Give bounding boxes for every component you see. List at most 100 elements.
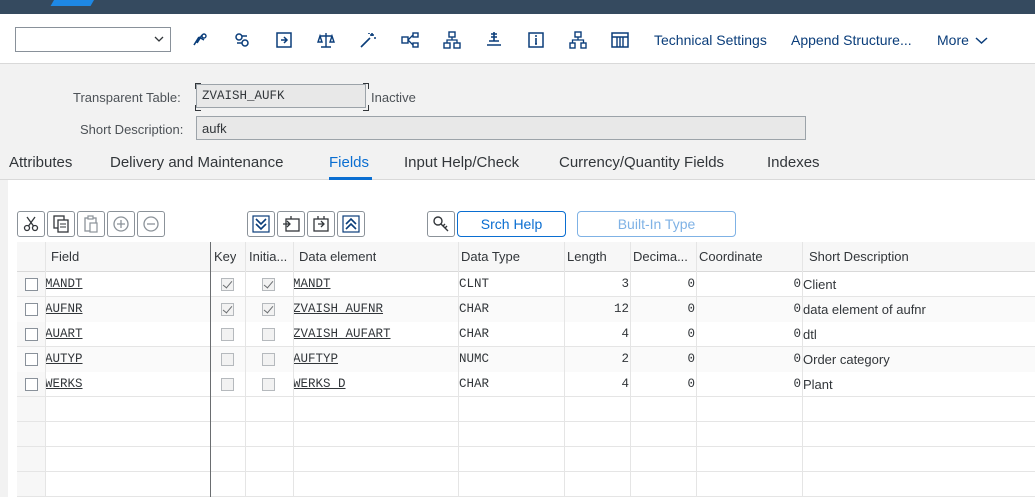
key-checkbox[interactable]	[221, 328, 234, 341]
column-divider	[696, 242, 697, 497]
row-select-checkbox[interactable]	[25, 303, 38, 316]
decimals-cell: 0	[687, 377, 695, 391]
technical-settings-button[interactable]: Technical Settings	[654, 32, 767, 48]
command-field-dropdown[interactable]	[15, 27, 171, 52]
column-header-initial[interactable]: Initia...	[249, 249, 289, 264]
table-row[interactable]: MANDT MANDT CLNT 3 0 0 Client	[17, 272, 1035, 297]
info-icon[interactable]	[526, 30, 546, 50]
key-checkbox[interactable]	[221, 378, 234, 391]
where-used-icon[interactable]	[232, 30, 252, 50]
column-header-coordinate[interactable]: Coordinate	[699, 249, 763, 264]
short-description-cell: data element of aufnr	[803, 302, 926, 317]
column-divider	[564, 242, 565, 497]
row-select-checkbox[interactable]	[25, 328, 38, 341]
initial-values-checkbox[interactable]	[262, 378, 275, 391]
column-divider	[293, 242, 294, 497]
row-separator	[17, 471, 1035, 472]
shell-bar	[0, 0, 1035, 14]
column-header-short-description[interactable]: Short Description	[809, 249, 909, 264]
insert-row-button[interactable]	[107, 211, 135, 237]
insert-after-button[interactable]	[277, 211, 305, 237]
columns-icon[interactable]	[610, 30, 630, 50]
more-button[interactable]: More	[937, 32, 969, 48]
data-element-link[interactable]: ZVAISH_AUFNR	[293, 302, 383, 316]
table-row[interactable]: AUTYP AUFTYP NUMC 2 0 0 Order category	[17, 347, 1035, 372]
append-structure-button[interactable]: Append Structure...	[791, 32, 912, 48]
field-name-link[interactable]: MANDT	[45, 277, 83, 291]
paste-button[interactable]	[77, 211, 105, 237]
short-description-cell: Order category	[803, 352, 890, 367]
tab-currency-quantity-fields[interactable]: Currency/Quantity Fields	[559, 154, 724, 171]
column-header-key[interactable]: Key	[214, 249, 236, 264]
data-element-link[interactable]: MANDT	[293, 277, 331, 291]
paste-icon	[84, 215, 98, 233]
initial-values-checkbox[interactable]	[262, 278, 275, 291]
table-name-field[interactable]: ZVAISH_AUFK	[196, 84, 366, 108]
scales-icon[interactable]	[316, 30, 336, 50]
insert-icon	[283, 216, 300, 232]
tab-input-help-check[interactable]: Input Help/Check	[404, 154, 519, 171]
row-select-checkbox[interactable]	[25, 278, 38, 291]
data-element-link[interactable]: AUFTYP	[293, 352, 338, 366]
delete-row-button[interactable]	[137, 211, 165, 237]
magic-wand-icon[interactable]	[358, 30, 378, 50]
cut-button[interactable]	[17, 211, 45, 237]
glasses-icon[interactable]	[190, 30, 210, 50]
scissors-icon	[23, 216, 39, 232]
column-header-data-element[interactable]: Data element	[299, 249, 376, 264]
data-element-link[interactable]: WERKS_D	[293, 377, 346, 391]
collapse-all-button[interactable]	[247, 211, 275, 237]
tab-fields[interactable]: Fields	[329, 154, 369, 171]
length-cell: 12	[613, 302, 629, 316]
coordinate-cell: 0	[793, 377, 801, 391]
copy-icon	[53, 215, 69, 233]
initial-values-checkbox[interactable]	[262, 328, 275, 341]
insert-before-button[interactable]	[307, 211, 335, 237]
data-type-cell: CLNT	[459, 277, 490, 291]
sitemap-icon[interactable]	[442, 30, 462, 50]
table-row[interactable]: WERKS WERKS_D CHAR 4 0 0 Plant	[17, 372, 1035, 397]
table-row[interactable]: AUART ZVAISH_AUFART CHAR 4 0 0 dtl	[17, 322, 1035, 347]
copy-button[interactable]	[47, 211, 75, 237]
field-name-link[interactable]: WERKS	[45, 377, 83, 391]
row-select-checkbox[interactable]	[25, 353, 38, 366]
chevron-down-icon	[154, 36, 164, 42]
coordinate-cell: 0	[793, 352, 801, 366]
transport-icon[interactable]	[274, 30, 294, 50]
chevron-down-icon[interactable]	[975, 36, 988, 45]
field-name-link[interactable]: AUFNR	[45, 302, 83, 316]
initial-values-checkbox[interactable]	[262, 353, 275, 366]
tab-delivery-maintenance[interactable]: Delivery and Maintenance	[110, 154, 283, 171]
focus-corner	[363, 83, 369, 89]
focus-corner	[195, 105, 201, 111]
column-header-field[interactable]: Field	[51, 249, 79, 264]
tab-attributes[interactable]: Attributes	[9, 154, 72, 171]
key-checkbox[interactable]	[221, 353, 234, 366]
row-separator	[17, 446, 1035, 447]
field-name-link[interactable]: AUTYP	[45, 352, 83, 366]
key-checkbox[interactable]	[221, 278, 234, 291]
hierarchy-icon[interactable]	[400, 30, 420, 50]
column-header-length[interactable]: Length	[567, 249, 607, 264]
short-description-field[interactable]: aufk	[196, 116, 806, 140]
expand-all-button[interactable]	[337, 211, 365, 237]
short-description-cell: Plant	[803, 377, 833, 392]
key-checkbox[interactable]	[221, 303, 234, 316]
search-help-icon-button[interactable]	[427, 211, 455, 237]
initial-values-checkbox[interactable]	[262, 303, 275, 316]
decimals-cell: 0	[687, 277, 695, 291]
column-header-decimals[interactable]: Decima...	[633, 249, 695, 264]
row-select-checkbox[interactable]	[25, 378, 38, 391]
column-header-data-type[interactable]: Data Type	[461, 249, 520, 264]
stack-icon[interactable]	[484, 30, 504, 50]
table-row[interactable]: AUFNR ZVAISH_AUFNR CHAR 12 0 0 data element of…	[17, 297, 1035, 322]
tab-indexes[interactable]: Indexes	[767, 154, 820, 171]
builtin-type-button[interactable]: Built-In Type	[577, 211, 736, 237]
data-type-cell: CHAR	[459, 327, 490, 341]
insert-row-icon	[313, 216, 329, 232]
data-element-link[interactable]: ZVAISH_AUFART	[293, 327, 391, 341]
srch-help-button[interactable]: Srch Help	[457, 211, 566, 237]
column-divider	[630, 242, 631, 497]
network-icon[interactable]	[568, 30, 588, 50]
field-name-link[interactable]: AUART	[45, 327, 83, 341]
